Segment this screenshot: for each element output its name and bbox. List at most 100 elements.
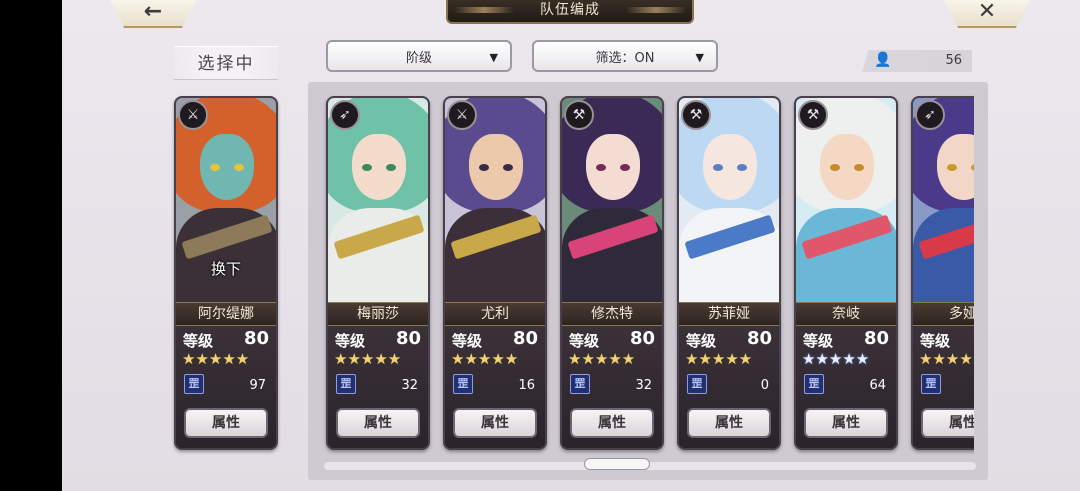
level-value: 80 [746,328,772,349]
portrait-face [200,134,254,200]
rank-icon: 罡 [921,374,941,394]
rank-icon: 罡 [804,374,824,394]
rank-value: 32 [635,378,652,393]
rank-icon: 罡 [570,374,590,394]
unit-stats: 等级 80 ★★★★★ 罡 16 属性 [445,326,545,448]
title-ornament-left [454,7,514,13]
portrait-eye [362,164,372,171]
portrait-face [820,134,874,200]
portrait-eye [620,164,630,171]
level-label: 等级 [335,332,366,350]
unit-portrait [913,98,974,302]
back-button[interactable]: ← [108,0,198,28]
unit-card[interactable]: ⚔ 尤利 等级 80 ★★★★★ 罡 16 属性 [443,96,547,450]
chevron-down-icon: ▼ [695,51,704,64]
weapon-type-icon: ➶ [330,100,360,130]
rarity-stars: ★★★★★ [685,350,753,368]
portrait-eye [830,164,840,171]
rank-value: 97 [249,378,266,393]
unit-count-value: 56 [945,53,962,68]
unit-name: 阿尔缇娜 [176,302,276,326]
level-label: 等级 [803,332,834,350]
portrait-eye [713,164,723,171]
team-formation-screen: ← 队伍编成 ✕ 选择中 阶级 ▼ 筛选：ON ▼ 👤 56 换下 ⚔ 阿尔缇娜… [62,0,1080,491]
unit-name: 梅丽莎 [328,302,428,326]
rank-icon: 罡 [184,374,204,394]
rank-value: 64 [869,378,886,393]
filter-label: 筛选：ON [595,50,655,66]
unit-card[interactable]: ⚒ 苏菲娅 等级 80 ★★★★★ 罡 0 属性 [677,96,781,450]
screen-title: 队伍编成 [446,0,694,24]
chevron-down-icon: ▼ [489,51,498,64]
rarity-stars: ★★★★★ [451,350,519,368]
unit-card[interactable]: ⚒ 奈岐 等级 80 ★★★★★ 罡 64 属性 [794,96,898,450]
unit-name: 奈岐 [796,302,896,326]
attribute-button[interactable]: 属性 [336,408,420,438]
unit-name: 多娅 [913,302,974,326]
level-value: 80 [243,328,269,349]
portrait-eye [596,164,606,171]
unit-stats: 等级 80 ★★★★★ 罡 32 属性 [562,326,662,448]
portrait-eye [210,164,220,171]
unit-name: 苏菲娅 [679,302,779,326]
attribute-button[interactable]: 属性 [184,408,268,438]
level-label: 等级 [569,332,600,350]
rank-value: 32 [401,378,418,393]
unit-stats: 等级 80 ★★★★★ 罡 0 属性 [679,326,779,448]
unit-list[interactable]: ➶ 梅丽莎 等级 80 ★★★★★ 罡 32 属性 ⚔ 尤利 等级 80 ★★★… [312,86,974,456]
weapon-type-icon: ➶ [915,100,945,130]
unit-name: 尤利 [445,302,545,326]
unit-stats: 等级 80 ★★★★★ 罡 属性 [913,326,974,448]
attribute-button[interactable]: 属性 [453,408,537,438]
portrait-face [352,134,406,200]
filter-dropdown[interactable]: 筛选：ON ▼ [532,40,718,72]
portrait-face [586,134,640,200]
rank-icon: 罡 [687,374,707,394]
weapon-type-icon: ⚒ [564,100,594,130]
current-unit-card[interactable]: 换下 ⚔ 阿尔缇娜 等级 80 ★★★★★ 罡 97 属性 [174,96,278,450]
back-arrow-icon: ← [143,0,163,24]
portrait-eye [479,164,489,171]
level-value: 80 [512,328,538,349]
title-ornament-right [626,7,686,13]
level-value: 80 [629,328,655,349]
portrait-eye [503,164,513,171]
rarity-stars: ★★★★★ [334,350,402,368]
rank-icon: 罡 [453,374,473,394]
attribute-button[interactable]: 属性 [687,408,771,438]
portrait-eye [234,164,244,171]
close-icon: ✕ [977,0,997,24]
weapon-type-icon: ⚒ [798,100,828,130]
attribute-button[interactable]: 属性 [921,408,974,438]
unit-card[interactable]: ➶ 梅丽莎 等级 80 ★★★★★ 罡 32 属性 [326,96,430,450]
attribute-button[interactable]: 属性 [804,408,888,438]
level-label: 等级 [686,332,717,350]
portrait-eye [386,164,396,171]
rarity-stars: ★★★★★ [802,350,870,368]
rank-sort-dropdown[interactable]: 阶级 ▼ [326,40,512,72]
selecting-label: 选择中 [174,46,278,80]
rarity-stars: ★★★★★ [919,350,974,368]
portrait-eye [971,164,974,171]
portrait-eye [947,164,957,171]
swap-out-label[interactable]: 换下 [176,258,276,279]
weapon-type-icon: ⚒ [681,100,711,130]
unit-card[interactable]: ⚒ 修杰特 等级 80 ★★★★★ 罡 32 属性 [560,96,664,450]
level-label: 等级 [452,332,483,350]
screen-title-text: 队伍编成 [540,2,600,18]
unit-card[interactable]: ➶ 多娅 等级 80 ★★★★★ 罡 属性 [911,96,974,450]
unit-stats: 等级 80 ★★★★★ 罡 64 属性 [796,326,896,448]
rank-value: 0 [760,378,769,393]
person-icon: 👤 [874,52,892,68]
portrait-eye [854,164,864,171]
scrollbar-thumb[interactable] [584,458,650,470]
level-value: 80 [863,328,889,349]
weapon-type-icon: ⚔ [447,100,477,130]
scrollbar-track[interactable] [324,462,976,470]
close-button[interactable]: ✕ [942,0,1032,28]
weapon-type-icon: ⚔ [178,100,208,130]
attribute-button[interactable]: 属性 [570,408,654,438]
rarity-stars: ★★★★★ [568,350,636,368]
rank-sort-label: 阶级 [405,50,432,66]
unit-stats: 等级 80 ★★★★★ 罡 97 属性 [176,326,276,448]
